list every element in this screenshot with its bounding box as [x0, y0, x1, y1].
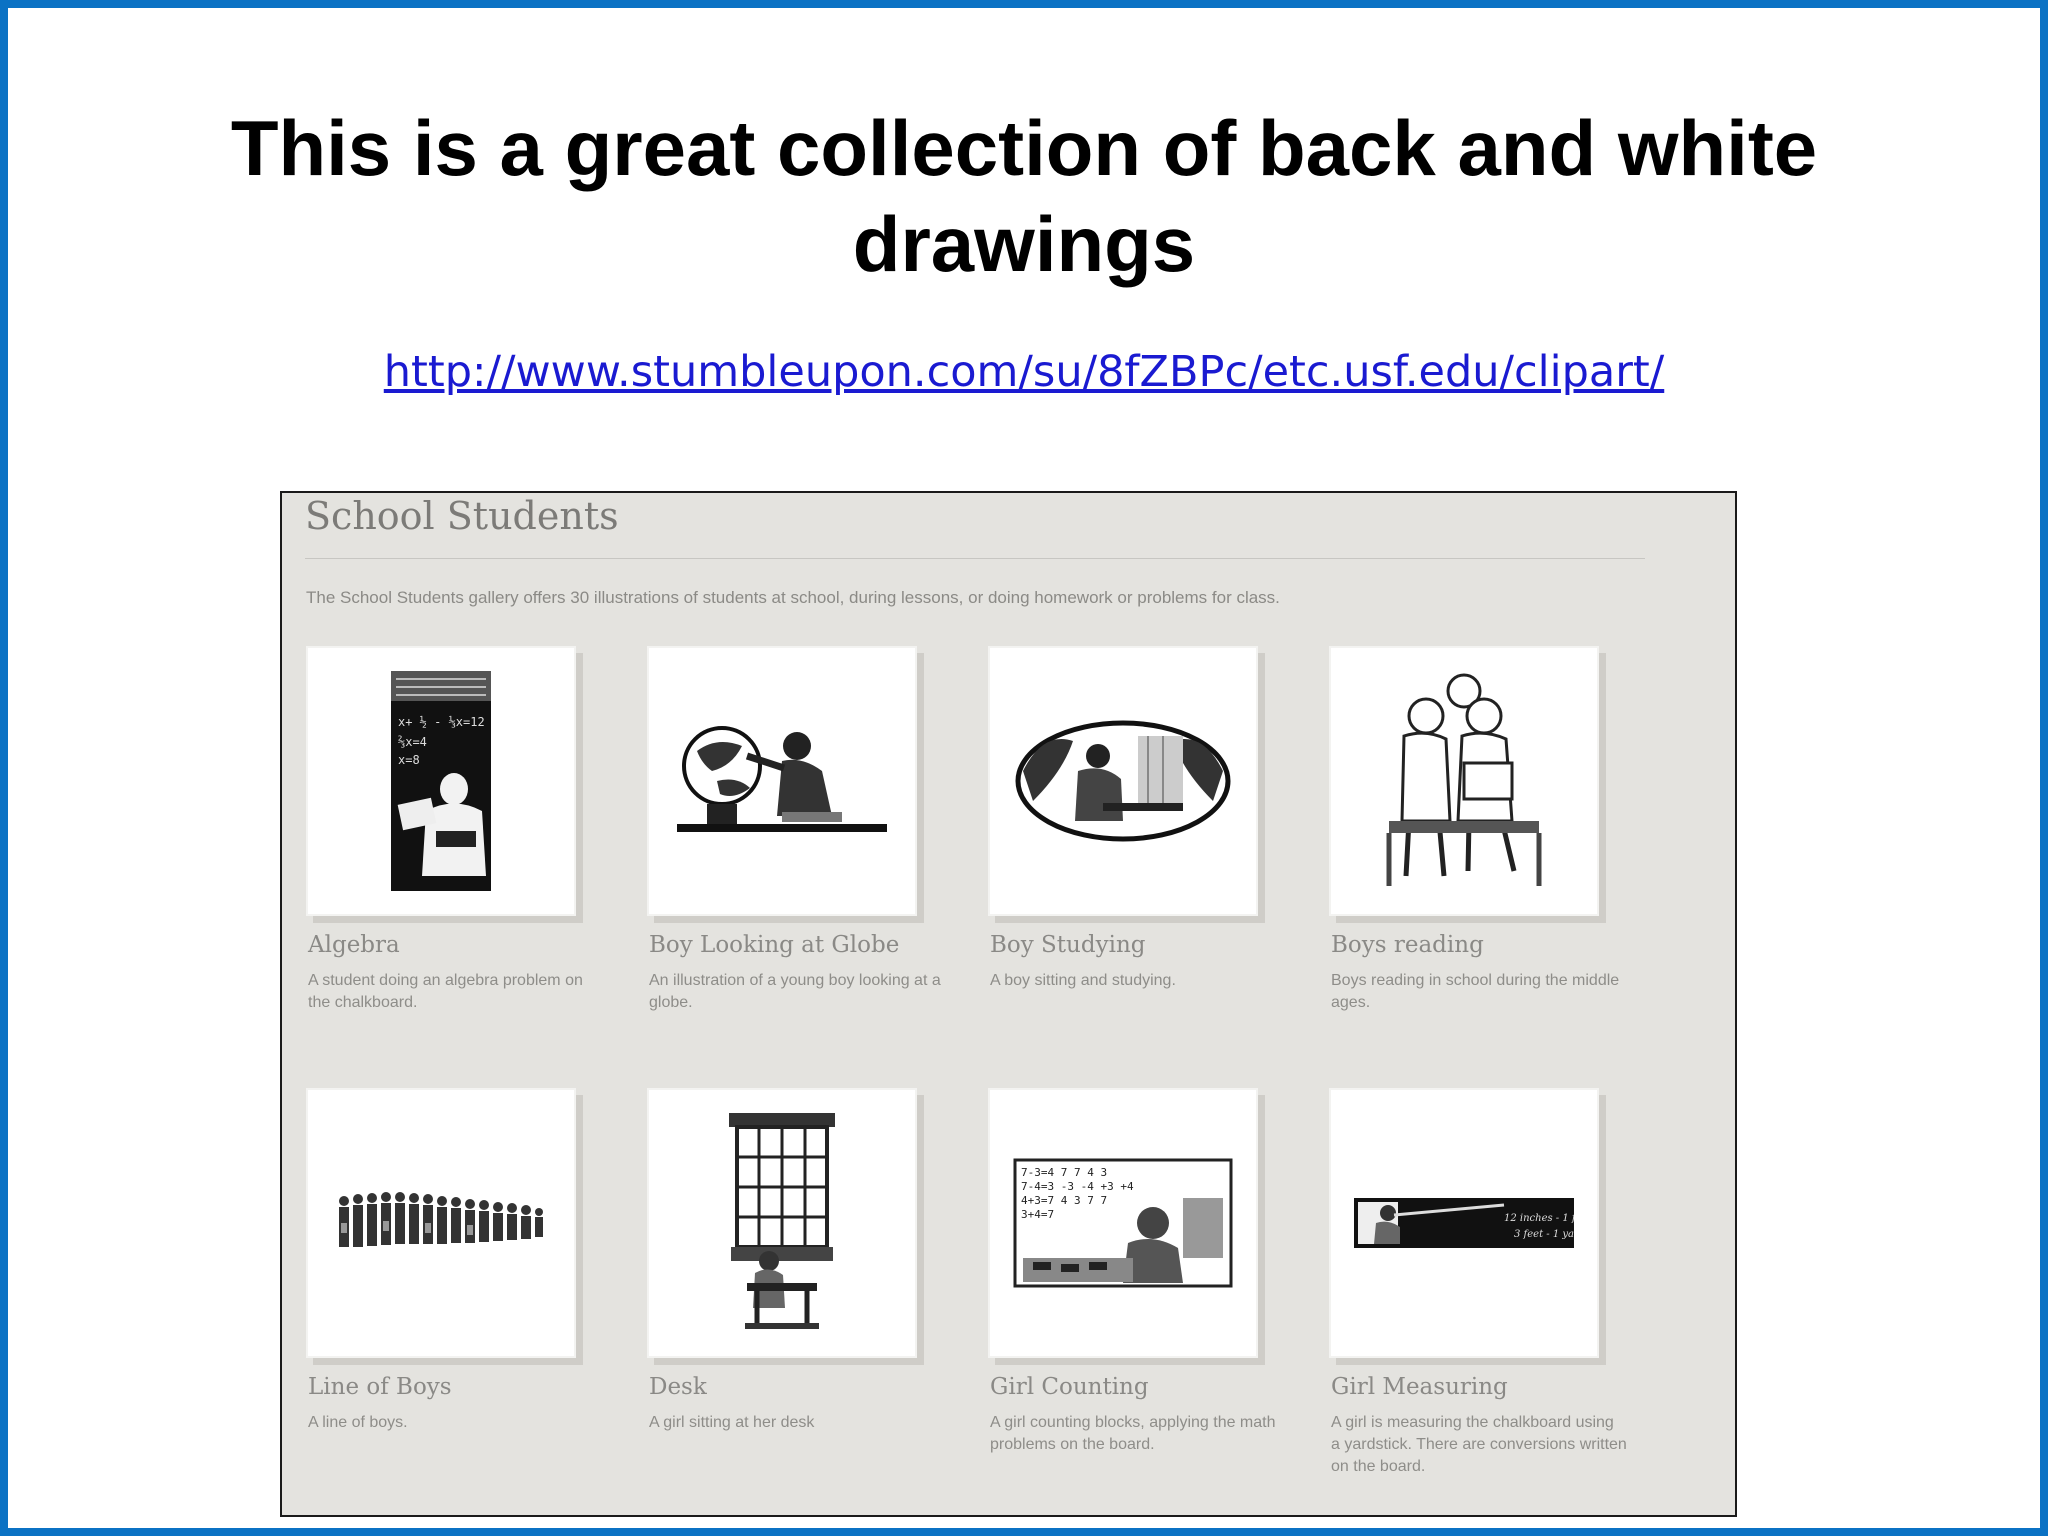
- card-title[interactable]: Line of Boys: [308, 1372, 604, 1402]
- svg-text:⅔x=4: ⅔x=4: [398, 735, 427, 749]
- svg-text:x+ ½ - ⅓x=12: x+ ½ - ⅓x=12: [398, 715, 485, 729]
- card-title[interactable]: Boy Studying: [990, 930, 1286, 960]
- svg-text:7-3=4 7 7 4 3: 7-3=4 7 7 4 3: [1021, 1166, 1107, 1179]
- card-description: A boy sitting and studying.: [990, 972, 1176, 989]
- card-description: An illustration of a young boy looking a…: [649, 972, 941, 1011]
- card-title[interactable]: Algebra: [308, 930, 604, 960]
- card-description: Boys reading in school during the middle…: [1331, 972, 1620, 1011]
- svg-text:3+4=7: 3+4=7: [1021, 1208, 1054, 1221]
- line-of-boys-illustration-icon: [339, 1192, 543, 1247]
- gallery-heading: School Students: [305, 494, 619, 538]
- gallery-screenshot: School Students The School Students gall…: [280, 491, 1737, 1517]
- girl-counting-thumbnail[interactable]: 7-3=4 7 7 4 3 7-4=3 -3 -4 +3 +4 4+3=7 4 …: [988, 1088, 1258, 1358]
- svg-text:4+3=7 4 3 7 7: 4+3=7 4 3 7 7: [1021, 1194, 1107, 1207]
- studying-illustration-icon: [1015, 720, 1231, 842]
- svg-text:7-4=3 -3 -4 +3 +4: 7-4=3 -3 -4 +3 +4: [1021, 1180, 1134, 1193]
- desk-thumbnail[interactable]: [647, 1088, 917, 1358]
- line-of-boys-thumbnail[interactable]: [306, 1088, 576, 1358]
- boys-reading-thumbnail[interactable]: [1329, 646, 1599, 916]
- algebra-thumbnail[interactable]: x+ ½ - ⅓x=12 ⅔x=4 x=8: [306, 646, 576, 916]
- source-link-container: http://www.stumbleupon.com/su/8fZBPc/etc…: [0, 344, 2048, 400]
- card-description: A line of boys.: [308, 1414, 408, 1431]
- svg-text:12 inches - 1 foot: 12 inches - 1 foot: [1504, 1213, 1574, 1224]
- svg-text:x=8: x=8: [398, 753, 420, 767]
- algebra-illustration-icon: x+ ½ - ⅓x=12 ⅔x=4 x=8: [391, 671, 491, 891]
- card-title[interactable]: Girl Measuring: [1331, 1372, 1627, 1402]
- girl-counting-illustration-icon: 7-3=4 7 7 4 3 7-4=3 -3 -4 +3 +4 4+3=7 4 …: [1013, 1158, 1233, 1288]
- svg-text:3 feet - 1 yard: 3 feet - 1 yard: [1514, 1229, 1574, 1240]
- card-description: A girl is measuring the chalkboard using…: [1331, 1414, 1627, 1475]
- boy-studying-thumbnail[interactable]: [988, 646, 1258, 916]
- card-description: A student doing an algebra problem on th…: [308, 972, 583, 1011]
- girl-measuring-thumbnail[interactable]: 12 inches - 1 foot 3 feet - 1 yard: [1329, 1088, 1599, 1358]
- girl-measuring-illustration-icon: 12 inches - 1 foot 3 feet - 1 yard: [1354, 1198, 1574, 1248]
- source-link[interactable]: http://www.stumbleupon.com/su/8fZBPc/etc…: [384, 347, 1664, 397]
- desk-illustration-icon: [729, 1113, 835, 1329]
- card-title[interactable]: Boy Looking at Globe: [649, 930, 945, 960]
- gallery-intro: The School Students gallery offers 30 il…: [306, 588, 1280, 607]
- card-title[interactable]: Desk: [649, 1372, 945, 1402]
- card-title[interactable]: Boys reading: [1331, 930, 1627, 960]
- card-title[interactable]: Girl Counting: [990, 1372, 1286, 1402]
- card-description: A girl sitting at her desk: [649, 1414, 815, 1431]
- card-description: A girl counting blocks, applying the mat…: [990, 1414, 1276, 1453]
- boys-reading-illustration-icon: [1386, 673, 1542, 886]
- heading-divider: [305, 558, 1645, 559]
- globe-illustration-icon: [677, 726, 887, 832]
- slide-title: This is a great collection of back and w…: [230, 104, 1818, 288]
- boy-looking-at-globe-thumbnail[interactable]: [647, 646, 917, 916]
